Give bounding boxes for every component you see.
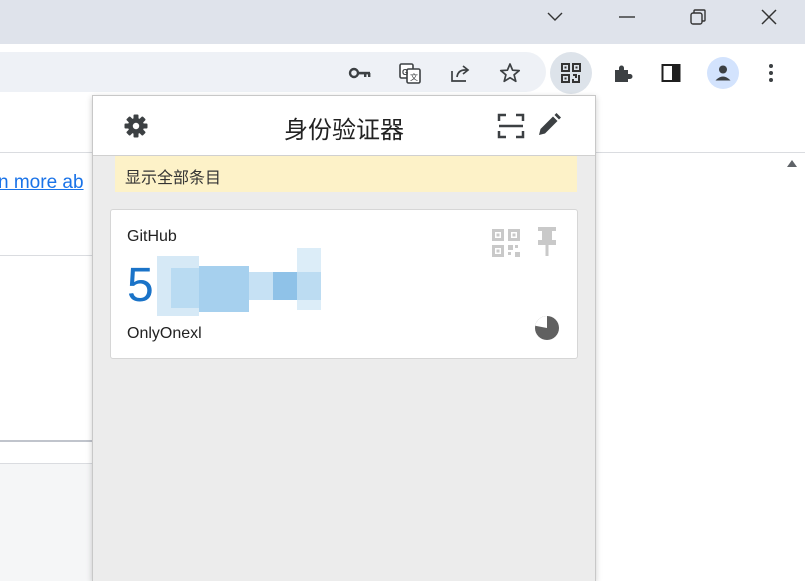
star-icon[interactable]	[496, 59, 524, 87]
page-panel	[0, 463, 100, 581]
svg-text:G: G	[402, 68, 408, 77]
tab-search-button[interactable]	[526, 0, 584, 34]
account-entry-card[interactable]: GitHub 5 OnlyOnexl	[110, 209, 578, 359]
translate-icon[interactable]: G文	[396, 59, 424, 87]
key-icon[interactable]	[346, 59, 374, 87]
timer-icon	[535, 316, 559, 340]
popup-header: 身份验证器	[93, 96, 595, 156]
minimize-button[interactable]	[598, 0, 656, 34]
authenticator-extension-button[interactable]	[550, 52, 592, 94]
profile-icon[interactable]	[707, 57, 739, 89]
entry-otp-code[interactable]: 5	[127, 258, 156, 313]
more-vert-icon[interactable]	[757, 59, 785, 87]
scroll-up-arrow-icon[interactable]	[787, 160, 797, 167]
pin-icon[interactable]	[535, 226, 559, 258]
scan-qr-icon[interactable]	[497, 113, 525, 139]
side-panel-icon[interactable]	[657, 59, 685, 87]
learn-more-link[interactable]: n more ab	[0, 172, 84, 194]
window-titlebar	[0, 0, 805, 44]
share-icon[interactable]	[446, 59, 474, 87]
entry-account-name: OnlyOnexl	[127, 325, 202, 342]
minimize-icon	[619, 16, 635, 18]
show-all-entries-label: 显示全部条目	[125, 168, 222, 187]
page-divider	[0, 440, 100, 442]
close-icon	[761, 9, 777, 25]
close-window-button[interactable]	[740, 0, 798, 34]
show-all-entries-banner[interactable]: 显示全部条目	[115, 156, 577, 192]
chevron-down-icon	[547, 12, 563, 21]
entry-issuer: GitHub	[127, 228, 177, 245]
page-divider	[0, 255, 100, 256]
svg-text:文: 文	[410, 72, 418, 82]
qr-extension-icon	[561, 63, 581, 83]
authenticator-popup: 身份验证器 显示全部条目 GitHub 5 OnlyOnexl	[92, 95, 596, 581]
restore-button[interactable]	[669, 0, 727, 34]
restore-icon	[690, 9, 706, 25]
pencil-icon[interactable]	[536, 112, 562, 138]
qr-code-icon[interactable]	[491, 228, 521, 258]
puzzle-icon[interactable]	[608, 59, 636, 87]
